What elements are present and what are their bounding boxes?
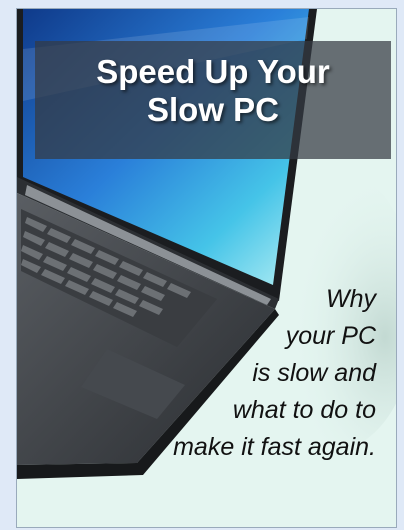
title-line-2: Slow PC [146,91,280,128]
ebook-cover: Speed Up Your Slow PC Why your PC is slo… [16,8,397,528]
cover-tagline: Why your PC is slow and what to do to ma… [76,281,376,466]
tagline-line-3: is slow and [252,359,376,387]
tagline-line-4: what to do to [232,396,376,424]
tagline-line-2: your PC [285,322,376,350]
tagline-line-1: Why [326,285,376,313]
title-line-1: Speed Up Your [96,53,330,90]
tagline-line-5: make it fast again. [173,433,376,461]
cover-title: Speed Up Your Slow PC [35,53,391,129]
